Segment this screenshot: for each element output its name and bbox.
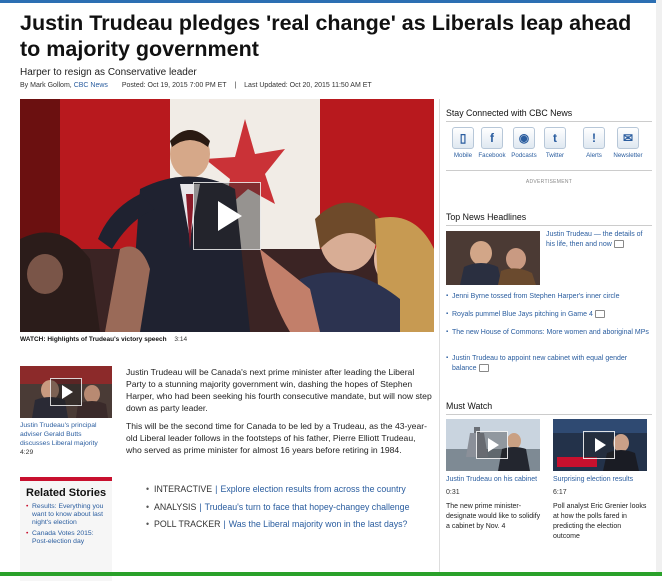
headline-link[interactable]: Royals pummel Blue Jays pitching in Game…	[446, 310, 652, 320]
lead-headline-text[interactable]: Justin Trudeau — the details of his life…	[546, 231, 643, 248]
link-tag: POLL TRACKER	[154, 519, 221, 529]
section-rule	[446, 121, 652, 122]
must-watch-description: The new prime minister-designate would l…	[446, 503, 541, 530]
link-separator: |	[215, 484, 218, 494]
must-watch-play-button[interactable]	[476, 431, 508, 459]
must-watch-video[interactable]: Justin Trudeau on his cabinet 0:31 The n…	[446, 419, 542, 532]
side-video-duration: 4:29	[20, 449, 34, 456]
mobile-icon: ▯	[452, 127, 474, 149]
section-rule	[446, 170, 652, 171]
scrollbar[interactable]	[656, 0, 662, 572]
must-watch-duration: 0:31	[446, 489, 460, 496]
social-newsletter[interactable]: ✉ Newsletter	[611, 127, 645, 159]
podcast-icon: ◉	[513, 127, 535, 149]
social-facebook[interactable]: f Facebook	[475, 127, 509, 159]
envelope-icon: ✉	[617, 127, 639, 149]
must-watch-heading: Must Watch	[446, 401, 493, 411]
link-tag: ANALYSIS	[154, 501, 197, 512]
hero-video[interactable]	[20, 99, 434, 332]
posted-date: Posted: Oct 19, 2015 7:00 PM ET	[121, 82, 227, 89]
video-duration: 3:14	[174, 336, 188, 343]
byline-author: By Mark Gollom,	[20, 82, 72, 89]
article-paragraph: Justin Trudeau will be Canada's next pri…	[126, 367, 432, 413]
hero-play-button[interactable]	[193, 182, 261, 250]
byline-separator: |	[234, 82, 237, 89]
side-video-thumbnail[interactable]	[20, 366, 112, 418]
article-body: Justin Trudeau will be Canada's next pri…	[126, 366, 432, 462]
video-caption-text: WATCH: Highlights of Trudeau's victory s…	[20, 336, 167, 343]
social-label: Facebook	[478, 152, 506, 159]
related-stories-heading: Related Stories	[26, 487, 107, 499]
video-caption: WATCH: Highlights of Trudeau's victory s…	[20, 336, 187, 343]
facebook-icon: f	[481, 127, 503, 149]
headline-link[interactable]: Jenni Byrne tossed from Stephen Harper's…	[446, 292, 652, 302]
bottom-accent-bar	[0, 572, 662, 576]
comment-icon	[478, 363, 489, 372]
related-story-link[interactable]: Canada Votes 2015: Post-election day	[26, 530, 108, 546]
byline: By Mark Gollom, CBC News Posted: Oct 19,…	[20, 82, 372, 89]
side-video-caption-text[interactable]: Justin Trudeau's principal adviser Geral…	[20, 422, 98, 447]
section-rule	[446, 414, 652, 415]
headline-text[interactable]: Royals pummel Blue Jays pitching in Game…	[452, 311, 593, 318]
must-watch-title[interactable]: Surprising election results	[553, 475, 649, 485]
must-watch-description: Poll analyst Eric Grenier looks at how t…	[553, 503, 647, 540]
must-watch-video[interactable]: Surprising election results 6:17 Poll an…	[553, 419, 649, 542]
related-link-item: ANALYSIS|Trudeau's turn to face that hop…	[146, 501, 437, 514]
related-stories-box: Related Stories Results: Everything you …	[20, 477, 112, 581]
social-label: Podcasts	[511, 152, 537, 159]
social-alerts[interactable]: ! Alerts	[577, 127, 611, 159]
top-news-thumbnail[interactable]	[446, 231, 540, 285]
link-tag: INTERACTIVE	[154, 484, 213, 494]
related-story-link[interactable]: Results: Everything you want to know abo…	[26, 503, 108, 527]
must-watch-duration: 6:17	[553, 489, 567, 496]
twitter-icon: t	[544, 127, 566, 149]
related-link-item: POLL TRACKER|Was the Liberal majority wo…	[146, 519, 437, 531]
updated-date: Last Updated: Oct 20, 2015 11:50 AM ET	[244, 82, 372, 89]
link-text[interactable]: Explore election results from across the…	[220, 484, 405, 494]
social-label: Newsletter	[613, 152, 643, 159]
byline-source-link[interactable]: CBC News	[74, 82, 108, 89]
must-watch-play-button[interactable]	[583, 431, 615, 459]
article-paragraph: This will be the second time for Canada …	[126, 421, 427, 455]
link-separator: |	[199, 501, 202, 512]
headline-link[interactable]: Justin Trudeau to appoint new cabinet wi…	[446, 354, 652, 373]
top-news-heading: Top News Headlines	[446, 212, 527, 222]
top-news-photo	[446, 231, 540, 285]
must-watch-title[interactable]: Justin Trudeau on his cabinet	[446, 475, 542, 485]
link-text[interactable]: Trudeau's turn to face that hopey-change…	[205, 502, 410, 512]
section-rule	[446, 225, 652, 226]
column-divider	[439, 99, 440, 572]
social-label: Mobile	[453, 152, 473, 159]
social-label: Alerts	[586, 152, 602, 159]
headline-link[interactable]: The new House of Commons: More women and…	[446, 328, 652, 338]
article-subhead: Harper to resign as Conservative leader	[20, 67, 197, 78]
social-twitter[interactable]: t Twitter	[538, 127, 572, 159]
comment-icon	[613, 240, 624, 249]
side-video-play-button[interactable]	[50, 378, 82, 406]
article-title: Justin Trudeau pledges 'real change' as …	[20, 11, 632, 61]
link-text[interactable]: Was the Liberal majority won in the last…	[229, 519, 408, 529]
related-links-list: INTERACTIVE|Explore election results fro…	[146, 484, 437, 537]
must-watch-thumbnail[interactable]	[553, 419, 647, 471]
stay-connected-heading: Stay Connected with CBC News	[446, 108, 573, 118]
social-podcasts[interactable]: ◉ Podcasts	[507, 127, 541, 159]
top-news-lead-headline[interactable]: Justin Trudeau — the details of his life…	[546, 230, 652, 250]
must-watch-thumbnail[interactable]	[446, 419, 540, 471]
advertisement-label: ADVERTISEMENT	[525, 179, 573, 185]
alert-icon: !	[583, 127, 605, 149]
top-accent-bar	[0, 0, 662, 3]
social-label: Twitter	[545, 152, 565, 159]
link-separator: |	[223, 519, 226, 529]
comment-icon	[594, 310, 605, 319]
side-video-caption[interactable]: Justin Trudeau's principal adviser Geral…	[20, 421, 112, 457]
related-link-item: INTERACTIVE|Explore election results fro…	[146, 484, 437, 496]
